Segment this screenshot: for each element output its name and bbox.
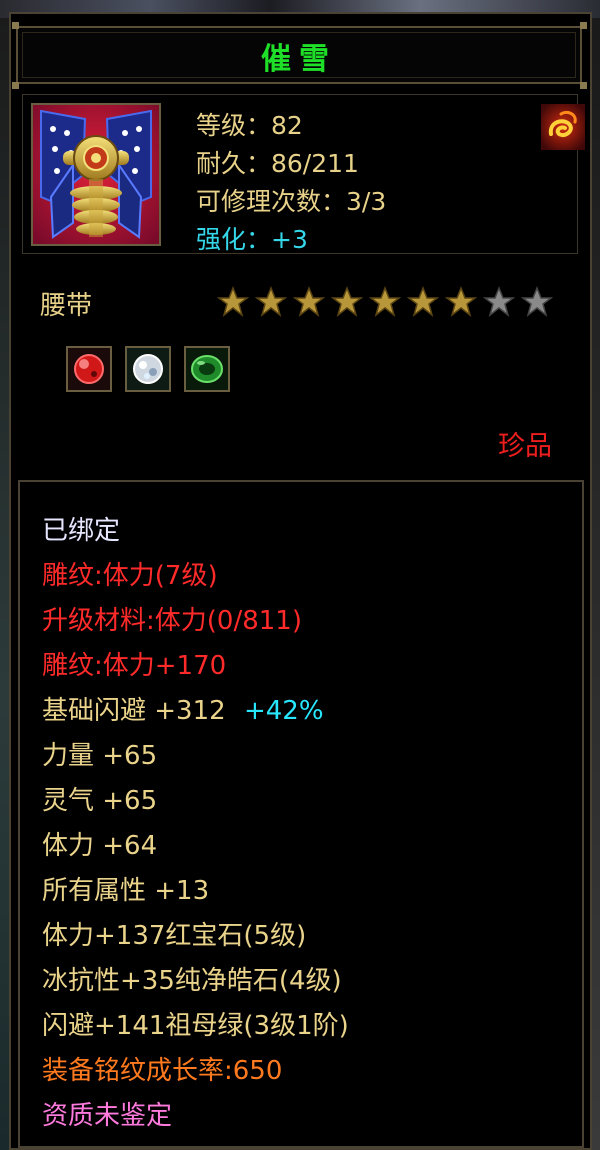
spirit-attr: 灵气 +65 xyxy=(42,786,158,816)
diamond-gem-icon[interactable] xyxy=(125,346,171,392)
bound-status: 已绑定 xyxy=(42,516,121,546)
background-left-edge xyxy=(0,18,9,1150)
enhance-stat: 强化：+3 xyxy=(196,225,308,254)
star-rating xyxy=(216,285,554,319)
star-filled-icon xyxy=(444,285,478,317)
title-bar: 催雪 xyxy=(16,26,582,84)
rarity-label: 珍品 xyxy=(498,431,552,462)
belt-item-icon[interactable] xyxy=(31,103,161,246)
frame-corner xyxy=(12,82,19,89)
flame-emblem-icon[interactable] xyxy=(541,104,585,150)
stamina-attr: 体力 +64 xyxy=(42,831,158,861)
ruby-gem-attr: 体力+137红宝石(5级) xyxy=(42,921,307,951)
background-right-edge xyxy=(592,18,600,1150)
diamond-gem-attr: 冰抗性+35纯净皓石(4级) xyxy=(42,966,342,996)
ruby-gem-icon[interactable] xyxy=(66,346,112,392)
star-filled-icon xyxy=(292,285,326,317)
star-filled-icon xyxy=(368,285,402,317)
star-filled-icon xyxy=(254,285,288,317)
star-empty-icon xyxy=(520,285,554,317)
star-filled-icon xyxy=(406,285,440,317)
star-filled-icon xyxy=(330,285,364,317)
gem-sockets xyxy=(66,346,230,392)
repair-count-stat: 可修理次数：3/3 xyxy=(196,187,387,216)
upgrade-material-attr: 升级材料:体力(0/811) xyxy=(42,606,302,636)
item-type-label: 腰带 xyxy=(40,291,93,321)
jade-gem-icon[interactable] xyxy=(184,346,230,392)
frame-corner xyxy=(580,82,587,89)
carving-bonus-attr: 雕纹:体力+170 xyxy=(42,651,227,681)
frame-corner xyxy=(12,22,19,29)
emerald-gem-attr: 闪避+141祖母绿(3级1阶) xyxy=(42,1011,349,1041)
base-dodge-bonus: +42% xyxy=(243,696,324,726)
star-filled-icon xyxy=(216,285,250,317)
base-dodge-attr: 基础闪避 +312 +42% xyxy=(42,690,324,727)
carving-level-attr: 雕纹:体力(7级) xyxy=(42,561,218,591)
all-attributes-attr: 所有属性 +13 xyxy=(42,876,210,906)
level-stat: 等级：82 xyxy=(196,111,303,140)
aptitude-status: 资质未鉴定 xyxy=(42,1101,173,1131)
inscription-growth-attr: 装备铭纹成长率:650 xyxy=(42,1056,283,1086)
strength-attr: 力量 +65 xyxy=(42,741,158,771)
star-empty-icon xyxy=(482,285,516,317)
frame-corner xyxy=(580,22,587,29)
belt-icon xyxy=(33,105,159,244)
item-title: 催雪 xyxy=(261,42,337,77)
durability-stat: 耐久：86/211 xyxy=(196,149,359,178)
base-dodge-value: 基础闪避 +312 xyxy=(42,696,226,726)
